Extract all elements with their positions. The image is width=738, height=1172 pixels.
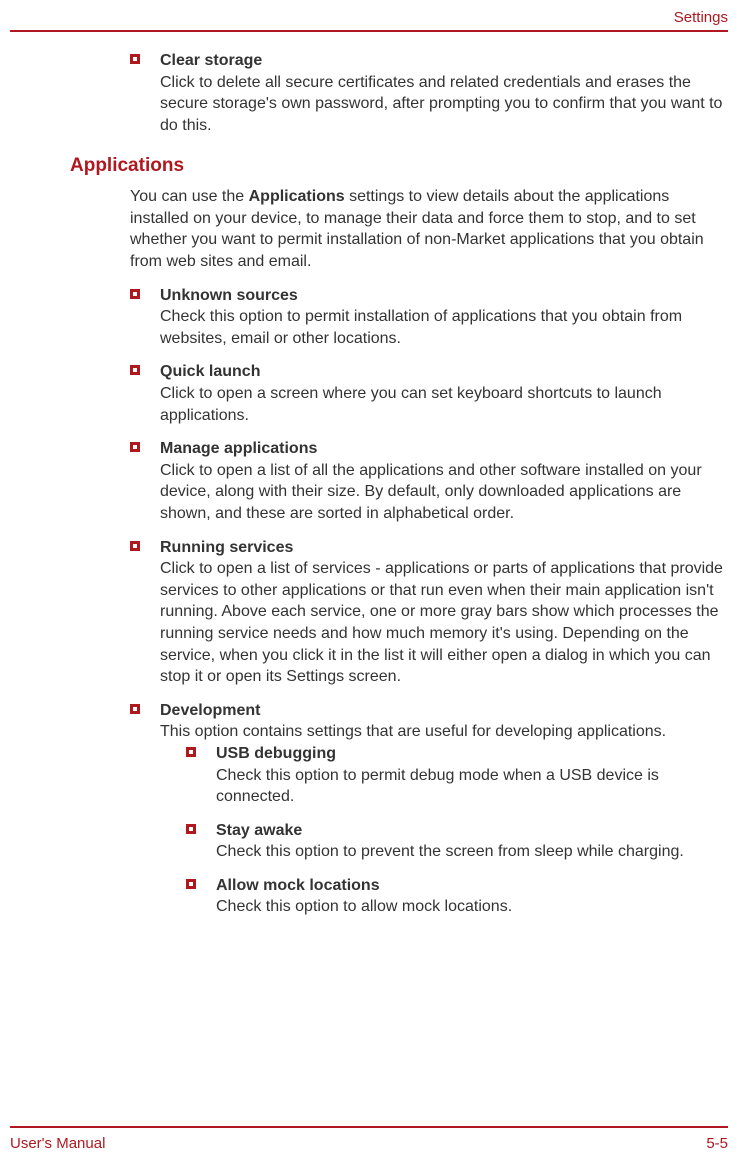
item-title: Stay awake — [216, 822, 302, 839]
list-item: USB debugging Check this option to permi… — [186, 743, 728, 808]
bullet-icon — [130, 54, 140, 64]
item-desc: Check this option to prevent the screen … — [216, 843, 684, 860]
bullet-icon — [186, 747, 196, 757]
page-content: Clear storage Click to delete all secure… — [10, 50, 728, 918]
item-desc: Click to open a list of all the applicat… — [160, 462, 702, 522]
footer-rule — [10, 1126, 728, 1128]
bullet-icon — [130, 704, 140, 714]
section-list: Unknown sources Check this option to per… — [130, 285, 728, 918]
item-desc: Click to open a list of services - appli… — [160, 560, 723, 685]
item-title: Development — [160, 702, 260, 719]
bullet-icon — [130, 442, 140, 452]
item-desc: Check this option to permit debug mode w… — [216, 767, 659, 806]
list-item: Quick launch Click to open a screen wher… — [130, 361, 728, 426]
item-desc: Check this option to permit installation… — [160, 308, 682, 347]
intro-prefix: You can use the — [130, 188, 249, 205]
bullet-icon — [130, 541, 140, 551]
list-item: Allow mock locations Check this option t… — [186, 875, 728, 918]
intro-paragraph: You can use the Applications settings to… — [130, 186, 728, 272]
header-title: Settings — [674, 9, 728, 26]
section-heading: Applications — [70, 153, 728, 179]
bullet-icon — [130, 365, 140, 375]
bullet-icon — [186, 824, 196, 834]
item-title: Clear storage — [160, 52, 262, 69]
item-desc: Click to open a screen where you can set… — [160, 385, 662, 424]
list-item: Clear storage Click to delete all secure… — [130, 50, 728, 136]
bullet-icon — [186, 879, 196, 889]
footer-left: User's Manual — [10, 1134, 105, 1154]
page-header: Settings — [10, 0, 728, 30]
header-rule — [10, 30, 728, 32]
footer-right: 5-5 — [706, 1134, 728, 1154]
bullet-icon — [130, 289, 140, 299]
item-desc: Click to delete all secure certificates … — [160, 74, 722, 134]
sub-list: USB debugging Check this option to permi… — [186, 743, 728, 918]
item-title: Unknown sources — [160, 287, 298, 304]
item-title: Manage applications — [160, 440, 317, 457]
item-desc: Check this option to allow mock location… — [216, 898, 512, 915]
list-item: Running services Click to open a list of… — [130, 537, 728, 688]
item-title: Allow mock locations — [216, 877, 380, 894]
list-item: Stay awake Check this option to prevent … — [186, 820, 728, 863]
list-item: Manage applications Click to open a list… — [130, 438, 728, 524]
item-desc: This option contains settings that are u… — [160, 723, 666, 740]
top-list: Clear storage Click to delete all secure… — [130, 50, 728, 136]
item-title: USB debugging — [216, 745, 336, 762]
list-item: Development This option contains setting… — [130, 700, 728, 918]
list-item: Unknown sources Check this option to per… — [130, 285, 728, 350]
item-title: Quick launch — [160, 363, 260, 380]
page-footer: User's Manual 5-5 — [0, 1126, 738, 1154]
item-title: Running services — [160, 539, 293, 556]
intro-bold: Applications — [249, 188, 345, 205]
